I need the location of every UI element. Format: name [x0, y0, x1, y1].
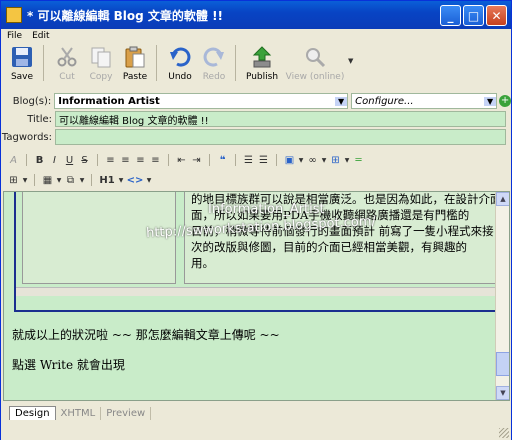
editor-area[interactable]: 的地目標族群可以說是相當廣泛。也是因為如此，在設計介面上面 面，所以如果要用PD…: [3, 191, 510, 401]
undo-button[interactable]: Undo: [163, 43, 197, 82]
chevron-down-icon[interactable]: ▼: [55, 173, 63, 188]
scissors-icon: [55, 45, 79, 69]
paragraph-2: 點選 Write 就會出現: [12, 358, 125, 372]
paragraph-1: 就成以上的狀況啦 ~~ 那怎麼編輯文章上傳呢 ~~: [12, 328, 280, 342]
app-window: * 可以離線編輯 Blog 文章的軟體 !! _ □ ✕ File Edit S…: [0, 0, 512, 440]
tagwords-row: Tagwords:: [1, 128, 511, 146]
status-bar: [1, 421, 511, 440]
menu-file[interactable]: File: [7, 31, 22, 41]
insert-link-icon[interactable]: ∞: [305, 153, 320, 168]
blog-select[interactable]: Information Artist ▼: [54, 93, 349, 109]
menu-edit[interactable]: Edit: [32, 31, 49, 41]
numbered-list-icon[interactable]: ☰: [256, 153, 271, 168]
minimize-button[interactable]: _: [440, 5, 461, 26]
bulleted-list-icon[interactable]: ☰: [241, 153, 256, 168]
chevron-down-icon[interactable]: ▼: [78, 173, 86, 188]
paste-button[interactable]: Paste: [118, 43, 152, 82]
toolbar: Save Cut Copy Paste Undo Redo Publish Vi…: [1, 43, 511, 88]
indent-icon[interactable]: ⇥: [189, 153, 204, 168]
vertical-scrollbar[interactable]: ▲ ▼: [495, 192, 509, 400]
title-row: Title: 可以離線編輯 Blog 文章的軟體 !!: [1, 110, 511, 128]
tab-preview[interactable]: Preview: [101, 407, 152, 420]
close-button[interactable]: ✕: [486, 5, 507, 26]
configure-select[interactable]: Configure... ▼: [351, 93, 498, 109]
insert-table-icon[interactable]: ⊞: [328, 153, 343, 168]
inner-hscroll: [16, 287, 496, 296]
chevron-down-icon[interactable]: ▼: [343, 153, 351, 168]
chevron-down-icon[interactable]: ▼: [145, 173, 153, 188]
horizontal-rule-icon[interactable]: ═: [351, 153, 366, 168]
maximize-button[interactable]: □: [463, 5, 484, 26]
toolbar-separator: [156, 45, 157, 81]
copy-icon: [89, 45, 113, 69]
copy-button[interactable]: Copy: [84, 43, 118, 82]
insert-image-icon[interactable]: ▣: [282, 153, 297, 168]
save-button[interactable]: Save: [5, 43, 39, 82]
menu-bar: File Edit: [1, 29, 511, 43]
scroll-up-icon[interactable]: ▲: [496, 192, 509, 206]
title-bar: * 可以離線編輯 Blog 文章的軟體 !! _ □ ✕: [1, 1, 511, 29]
align-left-icon[interactable]: ≡: [103, 153, 118, 168]
redo-icon: [202, 45, 226, 69]
grid-icon[interactable]: ⊞: [6, 173, 21, 188]
heading-select[interactable]: H1: [97, 173, 117, 188]
tagwords-input[interactable]: [55, 129, 506, 145]
scroll-down-icon[interactable]: ▼: [496, 386, 509, 400]
chevron-down-icon[interactable]: ▼: [297, 153, 305, 168]
publish-icon: [250, 45, 274, 69]
paste-special-icon[interactable]: ⧉: [63, 173, 78, 188]
view-tabs: Design XHTML Preview: [3, 402, 510, 420]
tab-xhtml[interactable]: XHTML: [56, 407, 102, 420]
format-toolbar: A B I U S ≡ ≡ ≡ ≡ ⇤ ⇥ ❝ ☰ ☰ ▣ ▼ ∞ ▼ ⊞ ▼ …: [1, 151, 511, 169]
align-center-icon[interactable]: ≡: [118, 153, 133, 168]
blog-row: Blog(s): Information Artist ▼ Configure.…: [1, 92, 511, 110]
window-title: * 可以離線編輯 Blog 文章的軟體 !!: [27, 8, 224, 23]
bold-button[interactable]: B: [32, 153, 47, 168]
paste-icon: [123, 45, 147, 69]
add-blog-icon[interactable]: +: [499, 95, 511, 107]
underline-button[interactable]: U: [62, 153, 77, 168]
resize-grip-icon[interactable]: [499, 428, 509, 438]
italic-button[interactable]: I: [47, 153, 62, 168]
cut-button[interactable]: Cut: [50, 43, 84, 82]
title-input[interactable]: 可以離線編輯 Blog 文章的軟體 !!: [55, 111, 506, 127]
blockquote-icon[interactable]: ❝: [215, 153, 230, 168]
chevron-down-icon: ▼: [484, 96, 497, 106]
view-online-dropdown-icon[interactable]: ▼: [348, 57, 353, 65]
strikethrough-button[interactable]: S: [77, 153, 92, 168]
save-icon: [10, 45, 34, 69]
background-color-icon[interactable]: ▦: [40, 173, 55, 188]
toolbar-separator: [235, 45, 236, 81]
toolbar-separator: [43, 45, 44, 81]
chevron-down-icon[interactable]: ▼: [117, 173, 125, 188]
outdent-icon[interactable]: ⇤: [174, 153, 189, 168]
redo-button[interactable]: Redo: [197, 43, 231, 82]
tab-design[interactable]: Design: [9, 406, 56, 420]
undo-icon: [168, 45, 192, 69]
chevron-down-icon: ▼: [335, 96, 348, 106]
app-icon: [6, 7, 22, 23]
align-right-icon[interactable]: ≡: [133, 153, 148, 168]
view-online-button[interactable]: View (online): [282, 43, 348, 82]
watermark-name: Information_Artist: [208, 202, 325, 217]
html-code-icon[interactable]: <>: [125, 173, 145, 188]
publish-button[interactable]: Publish: [242, 43, 282, 82]
format-toolbar-2: ⊞ ▼ ▦ ▼ ⧉ ▼ H1 ▼ <> ▼: [1, 171, 511, 189]
chevron-down-icon[interactable]: ▼: [21, 173, 29, 188]
font-color-icon[interactable]: A: [6, 153, 21, 168]
chevron-down-icon[interactable]: ▼: [320, 153, 328, 168]
view-online-icon: [303, 45, 327, 69]
align-justify-icon[interactable]: ≡: [148, 153, 163, 168]
embedded-screenshot: 的地目標族群可以說是相當廣泛。也是因為如此，在設計介面上面 面，所以如果要用PD…: [14, 192, 498, 312]
scrollbar-thumb[interactable]: [496, 352, 509, 376]
